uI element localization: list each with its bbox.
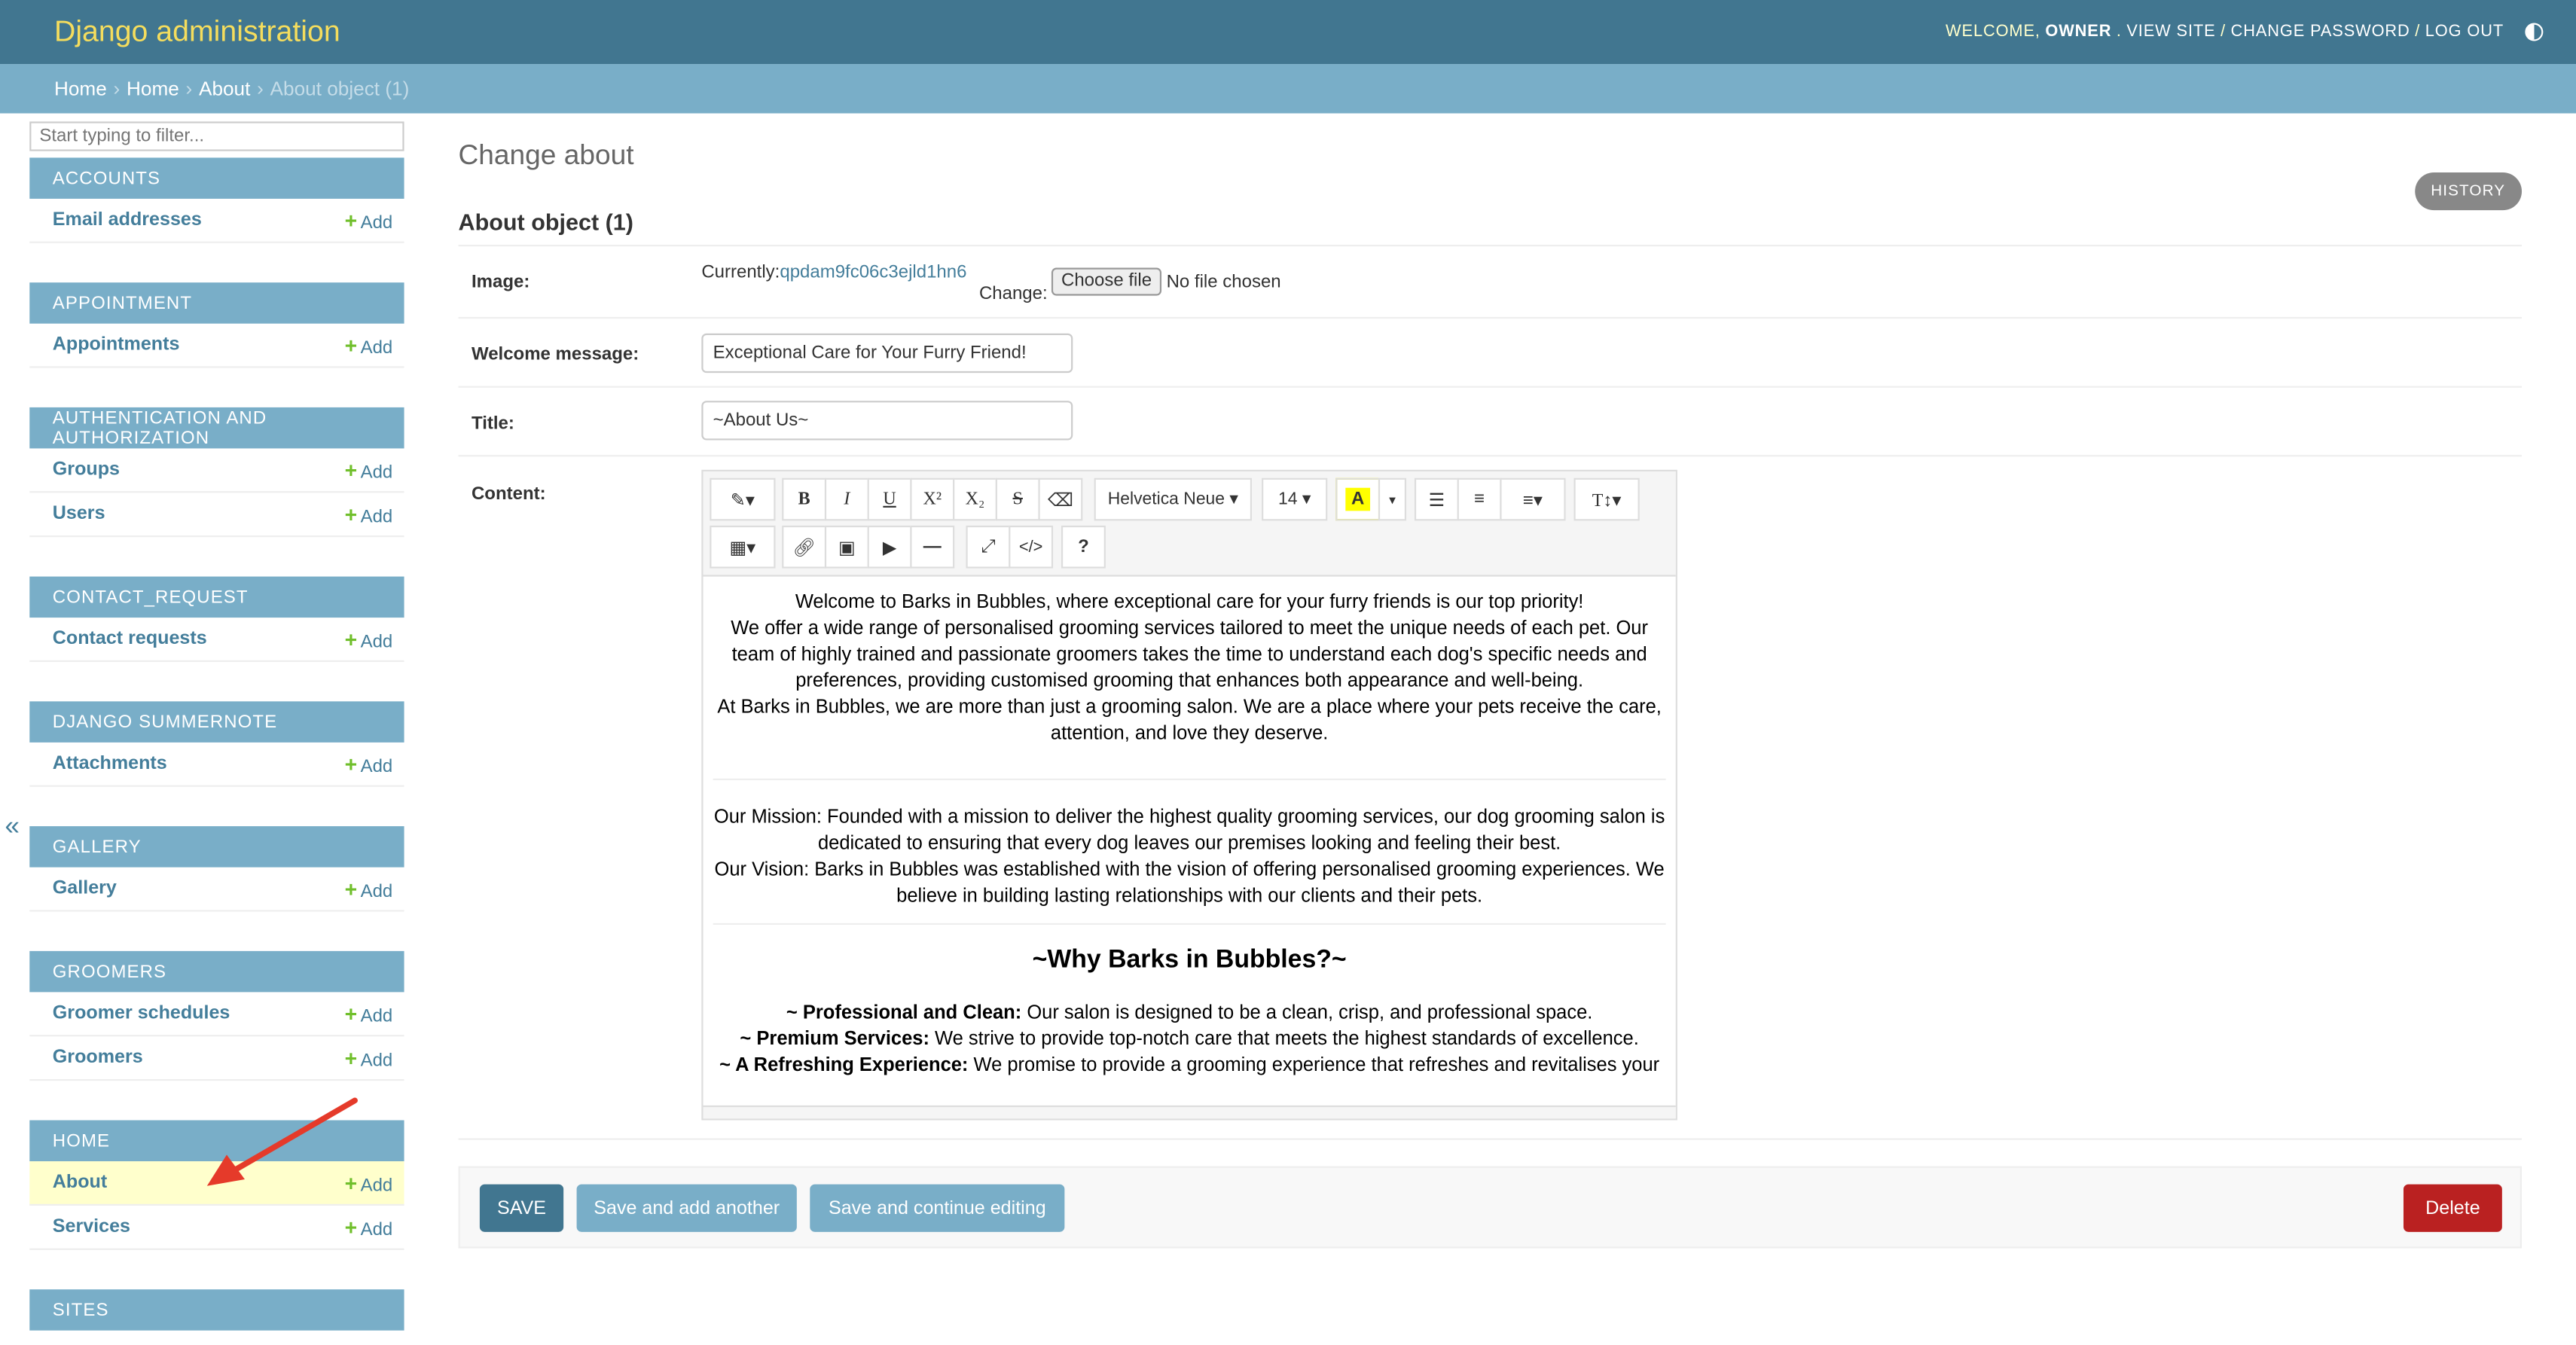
annotation-arrow-shaft [227,1097,358,1176]
annotation-overlay [206,1097,358,1186]
